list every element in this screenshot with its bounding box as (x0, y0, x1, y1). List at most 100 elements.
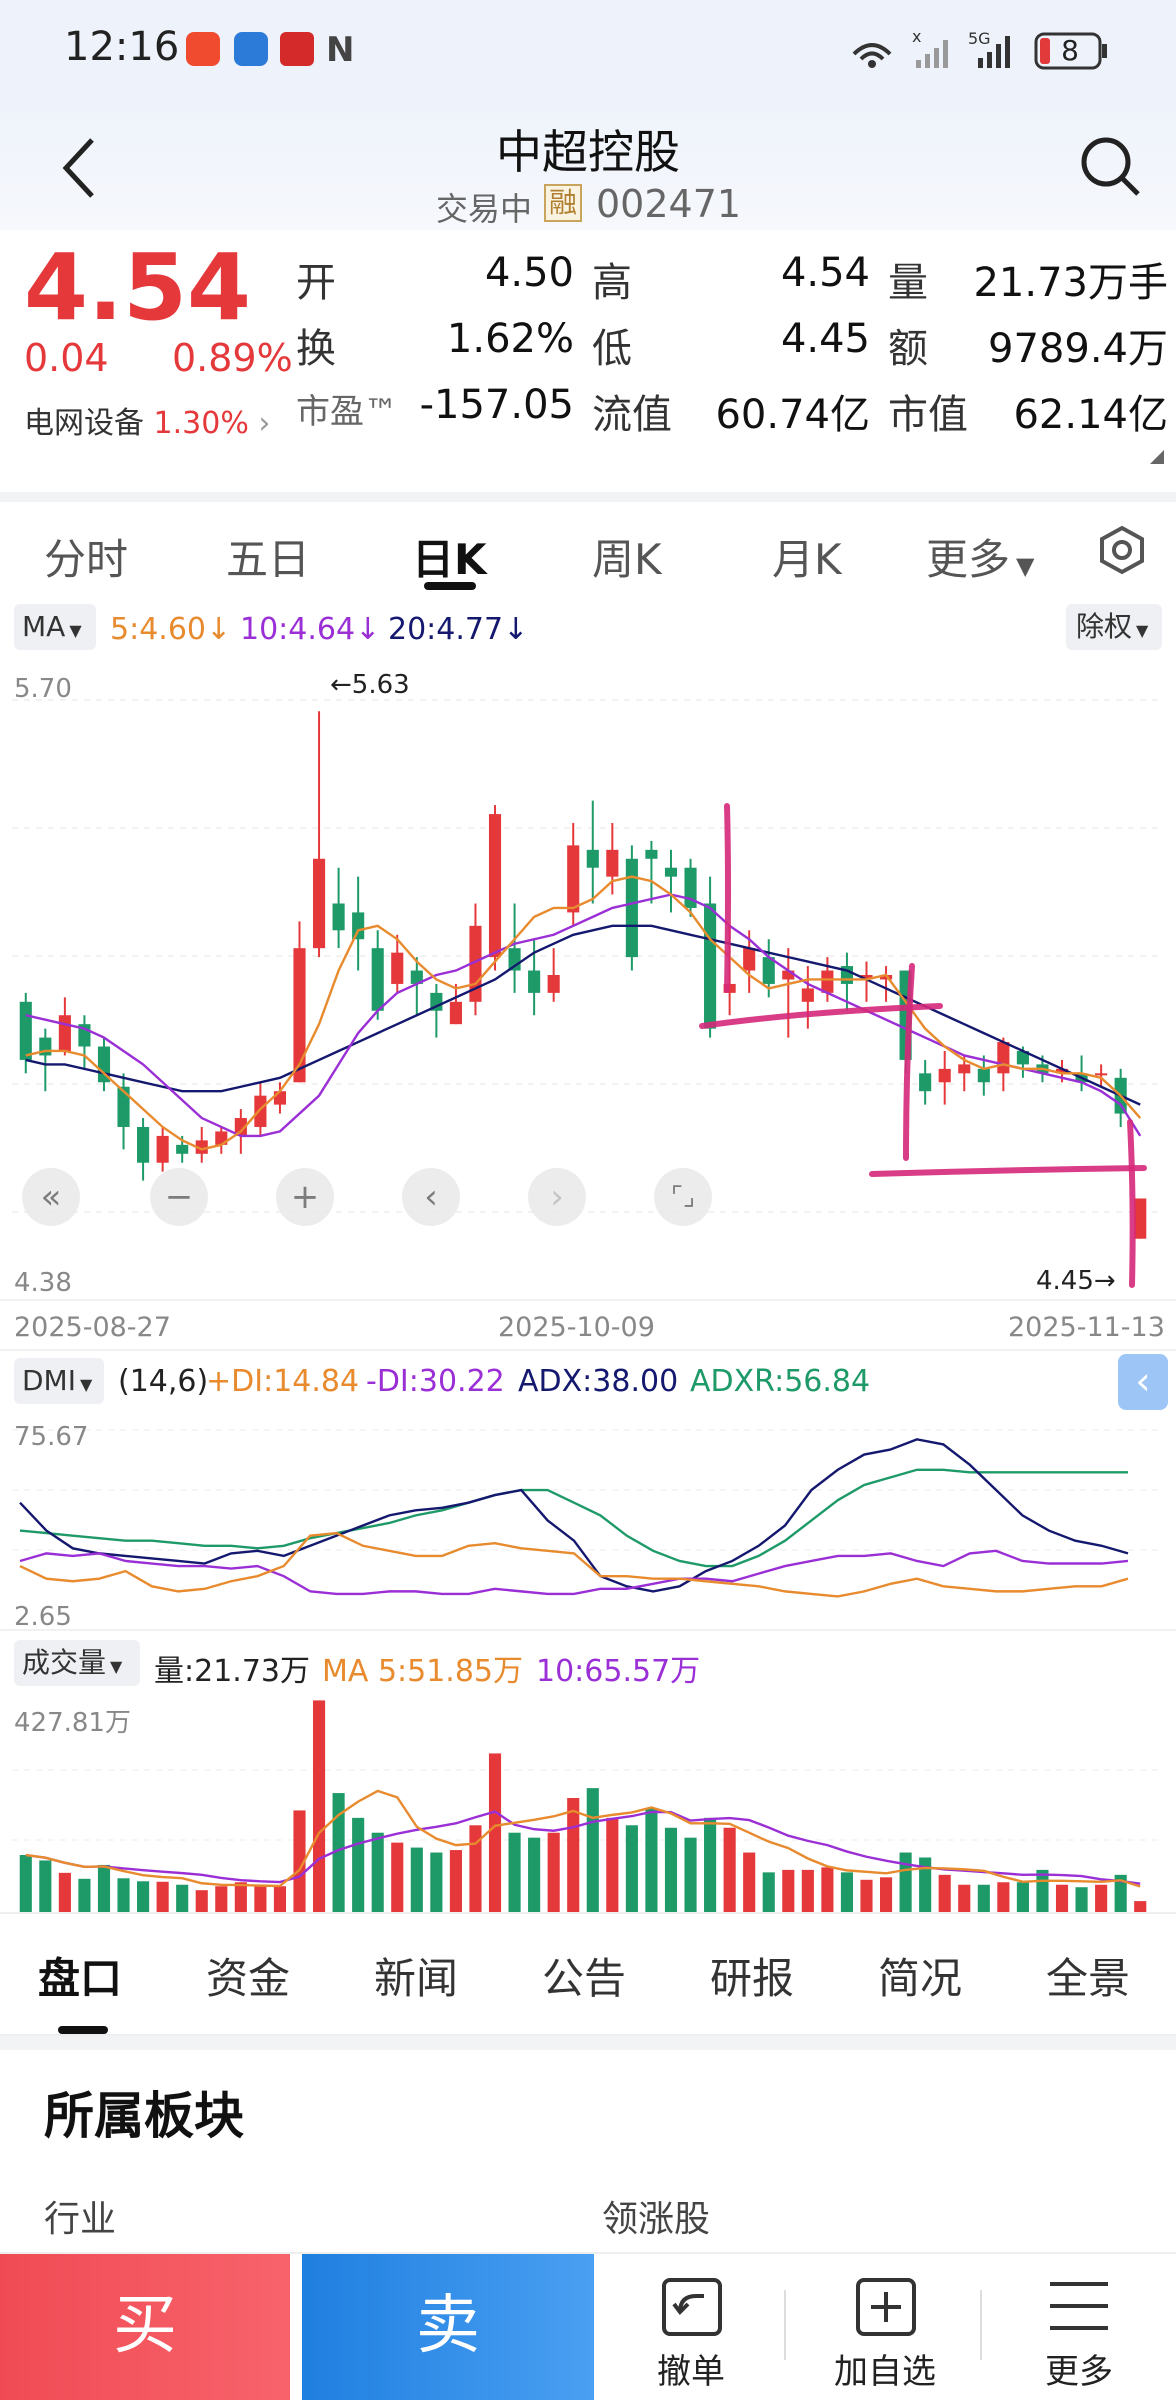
add-watchlist-button[interactable]: 加自选 (812, 2270, 958, 2394)
tab-intraday[interactable]: 分时 (44, 526, 128, 587)
volume-bar (821, 1867, 834, 1912)
volume-bar (410, 1847, 423, 1912)
tab-weekly-k[interactable]: 周K (592, 526, 662, 587)
candle-body (743, 948, 756, 971)
volume-bar (879, 1877, 893, 1912)
kline-chart[interactable] (0, 660, 1176, 1920)
volume-selector[interactable]: 成交量 ▼ (14, 1640, 140, 1686)
settings-icon[interactable] (1096, 524, 1148, 576)
tab-monthly-k[interactable]: 月K (772, 526, 842, 587)
sector-pct: 1.30% (153, 406, 249, 441)
candle-body (821, 970, 834, 993)
tab-daily-k[interactable]: 日K (412, 526, 487, 587)
volume-bar (586, 1788, 599, 1912)
amount-value: 9789.4万 (988, 326, 1168, 372)
action-bar: 买 卖 撤单 加自选 更多 (0, 2252, 1176, 2400)
tab-announcements[interactable]: 公告 (542, 1945, 626, 2006)
tab-profile[interactable]: 简况 (878, 1945, 962, 2006)
volume-bar (743, 1852, 756, 1912)
volume-bar (723, 1827, 736, 1912)
mkt-cap-value: 62.14亿 (1013, 392, 1168, 438)
y-axis-top-label: 5.70 (14, 674, 72, 704)
fullscreen-icon: ⌜⌟ (670, 1182, 696, 1212)
tab-funds[interactable]: 资金 (206, 1945, 290, 2006)
tab-five-day[interactable]: 五日 (226, 526, 310, 587)
app-root: 12:16 N x 5G 8 中超控股 交易中 融 002471 4.54 0.… (0, 0, 1176, 2400)
x-axis-date-mid: 2025-10-09 (498, 1312, 655, 1343)
section-title: 所属板块 (44, 2087, 244, 2145)
tab-indicator (424, 582, 476, 590)
zoom-out-button[interactable]: − (150, 1168, 208, 1226)
low-label: 低 (592, 326, 632, 372)
tab-more[interactable]: 更多 ▼ (926, 526, 1034, 587)
candle-body (1134, 1198, 1147, 1239)
tab-news[interactable]: 新闻 (374, 1945, 458, 2006)
zoom-in-button[interactable]: + (276, 1168, 334, 1226)
dmi-adxr: ADXR:56.84 (690, 1364, 871, 1399)
volume-bar (39, 1860, 52, 1912)
volume-ma10-line (25, 1810, 1141, 1885)
volume-bar (958, 1884, 971, 1912)
expand-corner-icon[interactable] (1148, 448, 1166, 466)
candle-body (801, 988, 814, 1002)
volume-ma5: MA 5:51.85万 (322, 1654, 524, 1689)
high-value: 4.54 (780, 250, 870, 296)
candle-body (254, 1095, 267, 1127)
search-icon[interactable] (1078, 134, 1144, 200)
volume-bar (997, 1882, 1010, 1912)
sell-button[interactable]: 卖 (302, 2254, 594, 2400)
volume-label: 量 (888, 260, 928, 306)
sector-link[interactable]: 电网设备 1.30% › (24, 398, 270, 442)
candle-body (704, 903, 717, 1029)
tab-overview[interactable]: 全景 (1046, 1945, 1130, 2006)
ma20-line (25, 924, 1141, 1106)
volume-value: 21.73万手 (973, 260, 1168, 306)
indicator-selector[interactable]: DMI ▼ (14, 1358, 104, 1404)
hand-annotations (699, 803, 1147, 1288)
candle-body (938, 1068, 951, 1083)
fullscreen-button[interactable]: ⌜⌟ (654, 1168, 712, 1226)
candle-body (449, 1001, 462, 1025)
float-cap-label: 流值 (592, 392, 672, 438)
scroll-start-button[interactable]: « (22, 1168, 80, 1226)
dmi-params: (14,6) (118, 1364, 209, 1399)
more-button[interactable]: 更多 (1006, 2270, 1152, 2394)
ma10-legend: 10:4.64↓ (240, 612, 381, 647)
ma-selector[interactable]: MA ▼ (14, 604, 96, 650)
scroll-right-button[interactable]: › (528, 1168, 586, 1226)
dmi-y-top-label: 75.67 (14, 1422, 89, 1452)
volume-bar (1095, 1884, 1108, 1912)
volume-bar (254, 1884, 267, 1912)
low-value: 4.45 (780, 316, 870, 362)
tab-research[interactable]: 研报 (710, 1945, 794, 2006)
candle-body (312, 858, 326, 949)
volume-bar (508, 1832, 521, 1912)
collapse-panel-button[interactable]: ‹ (1118, 1354, 1168, 1410)
turnover-value: 1.62% (446, 316, 574, 362)
candle-body (958, 1064, 971, 1074)
volume-bar (1134, 1901, 1147, 1912)
volume-bar (234, 1882, 247, 1912)
double-left-icon: « (40, 1177, 62, 1217)
volume-bar (801, 1869, 814, 1912)
price-change: 0.04 (24, 336, 109, 380)
tab-more-label: 更多 (926, 535, 1011, 584)
adjust-selector[interactable]: 除权 ▼ (1066, 604, 1162, 650)
volume-bar (1036, 1869, 1049, 1912)
candle-body (586, 849, 599, 868)
buy-button[interactable]: 买 (0, 2254, 290, 2400)
candle-body (606, 849, 619, 877)
volume-bar (19, 1855, 32, 1912)
indicator-label: DMI (22, 1364, 76, 1397)
cancel-order-button[interactable]: 撤单 (618, 2270, 764, 2394)
scroll-left-button[interactable]: ‹ (402, 1168, 460, 1226)
caret-down-icon: ▼ (79, 1375, 93, 1394)
volume-bar (176, 1884, 189, 1912)
section-divider (0, 2036, 1176, 2050)
candle-body (664, 867, 678, 877)
dmi-y-bottom-label: 2.65 (14, 1602, 72, 1632)
tab-orderbook[interactable]: 盘口 (38, 1945, 122, 2006)
candle-body (1095, 1073, 1108, 1076)
more-label: 更多 (1045, 2352, 1113, 2392)
mkt-cap-label: 市值 (888, 392, 968, 438)
